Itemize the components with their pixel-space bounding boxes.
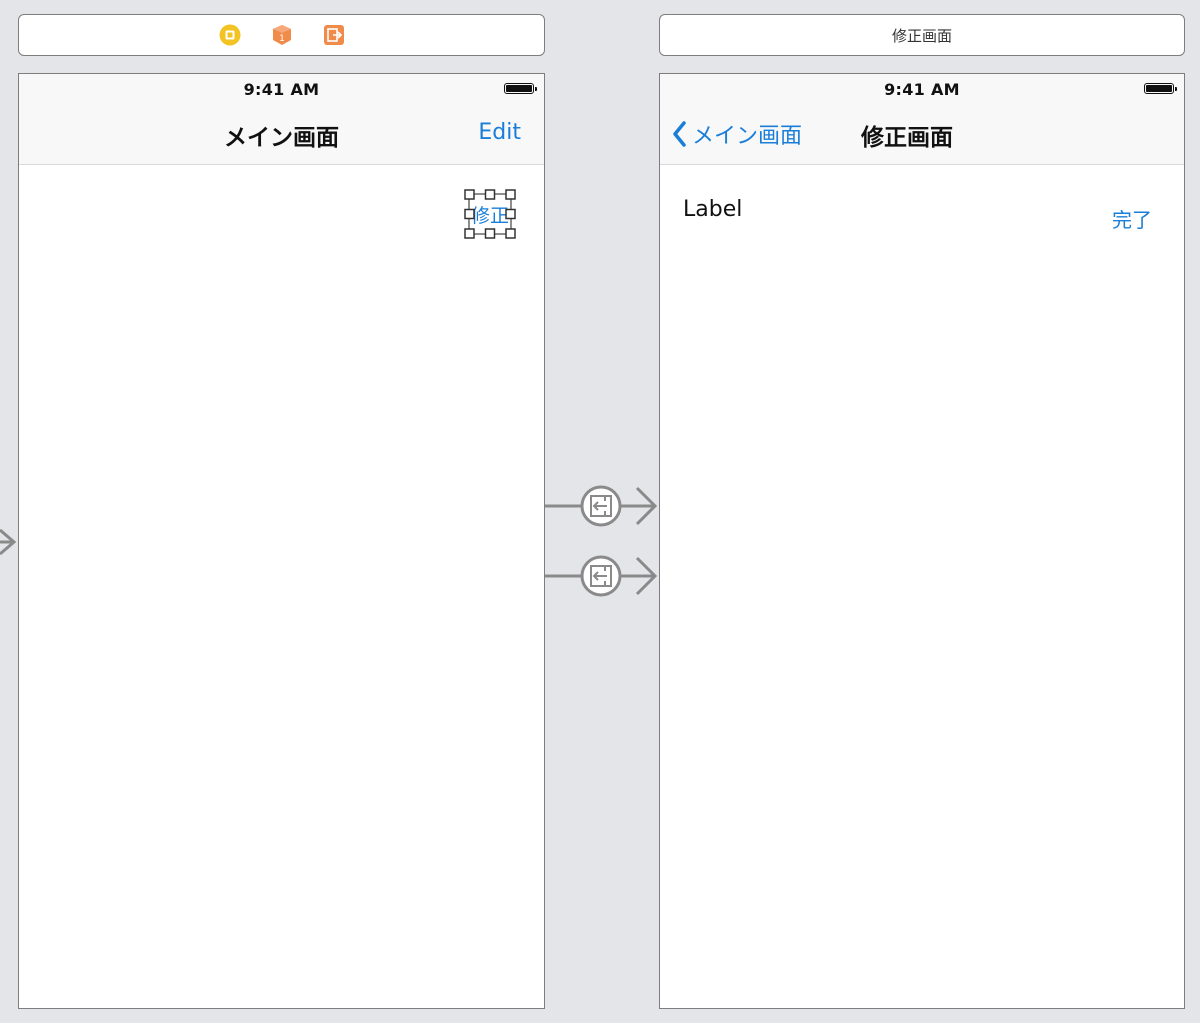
battery-icon [504, 83, 537, 94]
segue-2[interactable] [545, 551, 659, 601]
edit-view-controller[interactable]: 9:41 AM メイン画面 修正画面 Label 完了 [659, 73, 1185, 1009]
scene-title: 修正画面 [891, 26, 952, 45]
navigation-bar: 9:41 AM メイン画面 Edit [19, 74, 544, 165]
first-responder-icon[interactable]: 1 [271, 24, 293, 46]
show-segue-icon [580, 485, 622, 527]
navigation-bar: 9:41 AM メイン画面 修正画面 [660, 74, 1184, 165]
segue-1[interactable] [545, 481, 659, 531]
exit-icon[interactable] [323, 24, 345, 46]
main-scene-dock[interactable]: 1 [18, 14, 545, 56]
nav-title: 修正画面 [861, 125, 953, 151]
edit-scene-dock[interactable]: 修正画面 [659, 14, 1185, 56]
done-button[interactable]: 完了 [1112, 204, 1152, 233]
nav-title: メイン画面 [224, 125, 339, 151]
main-view-controller[interactable]: 9:41 AM メイン画面 Edit 修正 [18, 73, 545, 1009]
selection-handles-icon[interactable] [464, 189, 516, 239]
entry-point-arrow-icon[interactable] [0, 526, 16, 558]
edit-bar-button[interactable]: Edit [478, 120, 521, 145]
show-segue-icon [580, 555, 622, 597]
battery-icon [1144, 83, 1177, 94]
content-label: Label [683, 197, 743, 222]
view-controller-icon[interactable] [219, 24, 241, 46]
svg-text:1: 1 [279, 34, 285, 44]
status-time: 9:41 AM [243, 80, 320, 99]
status-time: 9:41 AM [884, 80, 960, 99]
selected-edit-button[interactable]: 修正 [464, 189, 516, 239]
